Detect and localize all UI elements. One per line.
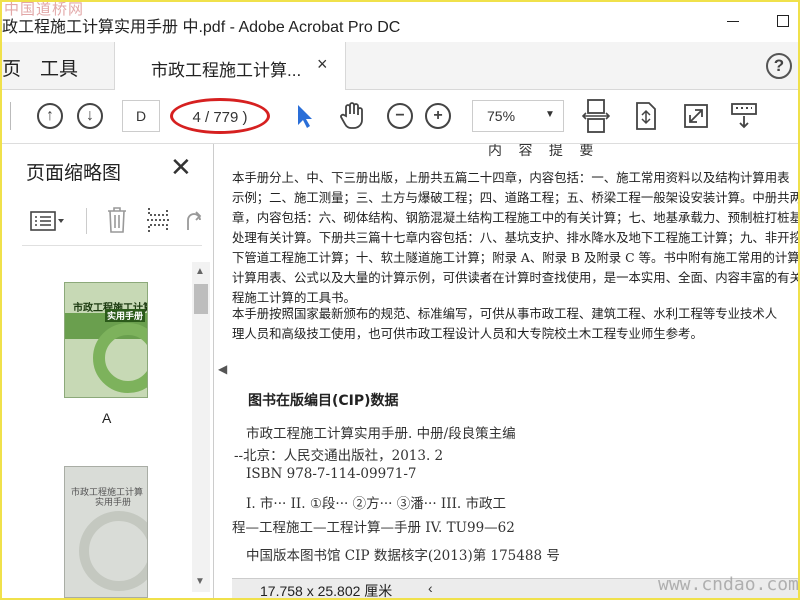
site-watermark: www.cndao.com: [658, 574, 798, 595]
thumbnail-page-a[interactable]: 市政工程施工计算 实用手册: [64, 282, 148, 398]
scroll-left-icon[interactable]: ‹: [428, 580, 433, 596]
zoom-select[interactable]: 75% ▼: [472, 100, 564, 132]
tab-document-label: 市政工程施工计算...: [151, 61, 302, 80]
doc-heading: 内 容 提 要: [488, 144, 600, 159]
hand-tool-button[interactable]: [336, 100, 368, 132]
tab-tools[interactable]: 工具: [40, 54, 78, 81]
toolbar: ↑ ↓ D 4 / 779 ) − + 75% ▼: [2, 90, 798, 144]
fit-page-button[interactable]: [630, 100, 662, 132]
hand-icon: [340, 102, 363, 129]
help-icon[interactable]: ?: [766, 53, 792, 79]
scroll-up-icon[interactable]: ▲: [195, 266, 205, 277]
previous-page-button[interactable]: ↑: [34, 100, 66, 132]
split-page-icon[interactable]: [146, 206, 170, 234]
page-dimensions: 17.758 x 25.802 厘米: [260, 583, 393, 598]
scroll-thumb[interactable]: [194, 284, 208, 314]
fit-page-icon: [636, 102, 656, 130]
minimize-button[interactable]: [720, 8, 746, 34]
panel-divider: [86, 208, 87, 234]
cip-line: ISBN 978-7-114-09971-7: [246, 466, 417, 482]
zoom-in-button[interactable]: +: [422, 100, 454, 132]
doc-line: 示例；二、施工测量；三、土方与爆破工程；四、道路工程；五、桥梁工程一般架设安装计…: [232, 190, 798, 205]
tab-bar: 页 工具 市政工程施工计算... × ?: [2, 42, 798, 90]
next-page-button[interactable]: ↓: [74, 100, 106, 132]
maximize-icon: [777, 15, 789, 27]
cip-line: 市政工程施工计算实用手册. 中册/段良策主编: [246, 426, 516, 442]
cip-title: 图书在版编目(CIP)数据: [248, 393, 399, 409]
cip-line: I. 市··· II. ①段··· ②方··· ③潘··· III. 市政工: [246, 496, 507, 512]
thumbnail-label: A: [102, 410, 112, 426]
fit-width-button[interactable]: [580, 99, 612, 133]
maximize-button[interactable]: [770, 8, 796, 34]
doc-line: 理人员和高级技工使用，也可供市政工程设计人员和大专院校土木工程专业师生参考。: [232, 326, 703, 341]
collapse-panel-icon[interactable]: ◀: [218, 362, 227, 376]
panel-scrollbar[interactable]: ▲ ▼: [192, 262, 210, 592]
full-screen-button[interactable]: [680, 100, 712, 132]
doc-line: 本手册分上、中、下三册出版，上册共五篇二十四章，内容包括：一、施工常用资料以及结…: [232, 170, 790, 185]
doc-line: 下管道工程施工计算；十、软土隧道施工计算；附录 A、附录 B 及附录 C 等。书…: [232, 250, 798, 265]
doc-line: 本手册按照国家最新颁布的规范、标准编写，可供从事市政工程、建筑工程、水利工程等专…: [232, 306, 778, 321]
doc-line: 计算用表、公式以及大量的计算示例，可供读者在计算时查找使用，是一本实用、全面、内…: [232, 270, 798, 285]
red-highlight-ellipse: [170, 98, 270, 134]
doc-line: 处理有关计算。下册共三篇十七章内容包括：八、基坑支护、排水降水及地下工程施工计算…: [232, 230, 798, 245]
cover-circle: [93, 323, 147, 393]
panel-toolbar: [22, 198, 202, 246]
cip-line: 中国版本图书馆 CIP 数据核字(2013)第 175488 号: [246, 548, 560, 564]
arrow-up-icon: ↑: [37, 103, 63, 129]
panel-title: 页面缩略图: [26, 163, 122, 184]
minimize-icon: [727, 20, 739, 22]
cover-ring: [79, 511, 147, 591]
page-thumbnails-panel: 页面缩略图 ✕ 市政工程施工计算 实用手册 A 市政工程施工计算 实用手册: [2, 144, 214, 598]
thumbnails-list: 市政工程施工计算 实用手册 A 市政工程施工计算 实用手册: [22, 262, 190, 598]
doc-line: 章，内容包括：六、砌体结构、钢筋混凝土结构工程施工中的有关计算；七、地基承载力、…: [232, 210, 798, 225]
acrobat-window: 政工程施工计算实用手册 中.pdf - Adobe Acrobat Pro DC…: [2, 2, 798, 598]
zoom-out-button[interactable]: −: [384, 100, 416, 132]
keyboard-down-icon: [731, 103, 757, 129]
arrow-down-icon: ↓: [77, 103, 103, 129]
page-number-input[interactable]: D: [122, 100, 160, 132]
rotate-icon[interactable]: [182, 208, 202, 232]
read-mode-button[interactable]: [728, 100, 760, 132]
cip-line: 程—工程施工—工程计算—手册 IV. TU99—62: [232, 520, 515, 536]
cip-line: --北京：人民交通出版社，2013. 2: [234, 448, 444, 464]
document-view[interactable]: 内 容 提 要 本手册分上、中、下三册出版，上册共五篇二十四章，内容包括：一、施…: [232, 144, 798, 578]
chevron-down-icon: ▼: [545, 109, 555, 120]
site-watermark-logo: 中国道桥网: [4, 2, 85, 18]
title-bar: 政工程施工计算实用手册 中.pdf - Adobe Acrobat Pro DC…: [2, 2, 798, 42]
scroll-down-icon[interactable]: ▼: [195, 576, 205, 587]
thumb1-subtitle: 实用手册: [105, 309, 146, 322]
thumbnail-page-2[interactable]: 市政工程施工计算 实用手册: [64, 466, 148, 598]
tab-document[interactable]: 市政工程施工计算... ×: [114, 42, 346, 90]
cursor-icon: [298, 105, 312, 128]
minus-icon: −: [387, 103, 413, 129]
thumb2-subtitle: 实用手册: [95, 497, 132, 507]
zoom-value: 75%: [487, 108, 516, 124]
select-tool-button[interactable]: [288, 100, 320, 132]
plus-icon: +: [425, 103, 451, 129]
expand-icon: [684, 104, 708, 128]
toolbar-left-divider: [10, 102, 11, 130]
tab-home[interactable]: 页: [2, 54, 21, 81]
trash-icon[interactable]: [106, 206, 128, 234]
fit-width-icon: [582, 99, 610, 133]
close-panel-icon[interactable]: ✕: [170, 152, 192, 183]
thumbnail-options-icon[interactable]: [30, 210, 66, 232]
close-tab-icon[interactable]: ×: [317, 54, 328, 75]
